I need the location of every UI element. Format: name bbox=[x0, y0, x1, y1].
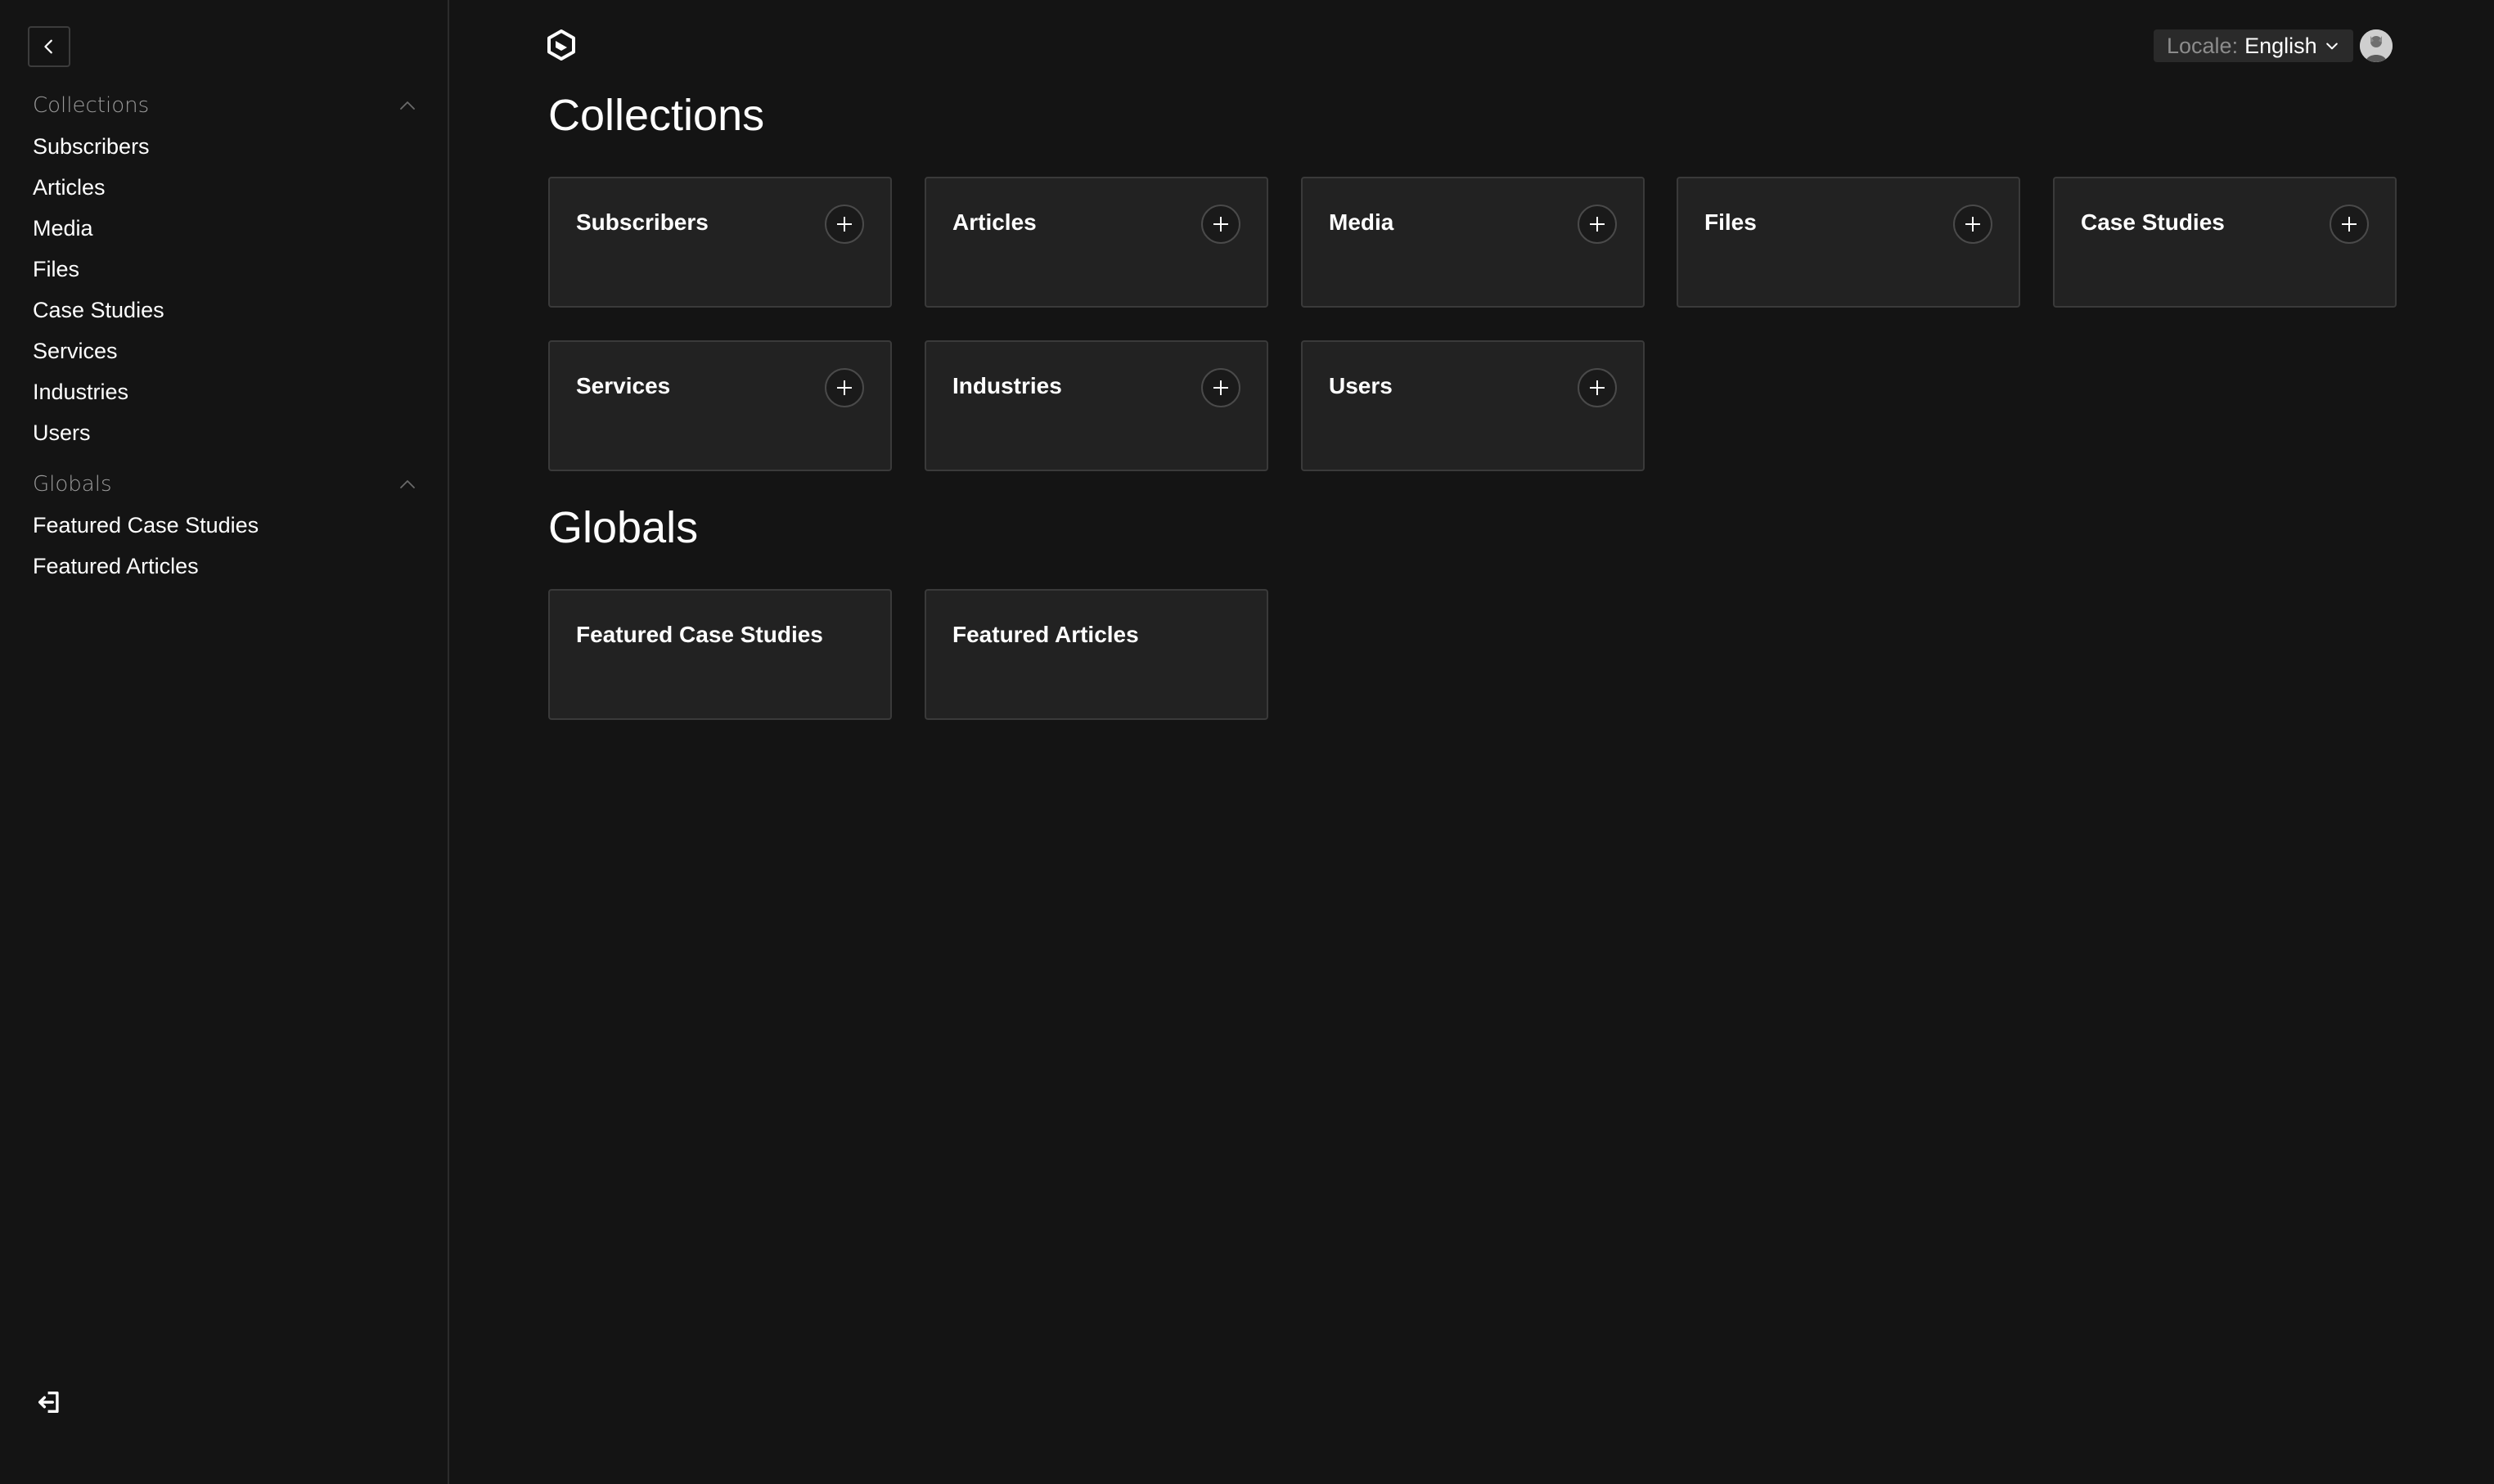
payload-logo-icon[interactable] bbox=[547, 29, 576, 61]
admin-dashboard: Collections Subscribers Articles Media F… bbox=[0, 0, 2494, 1484]
sidebar-item-media[interactable]: Media bbox=[33, 208, 164, 249]
plus-icon bbox=[1965, 217, 1980, 232]
globals-heading: Globals bbox=[548, 503, 699, 552]
collection-card-case-studies[interactable]: Case Studies bbox=[2053, 177, 2397, 308]
card-title: Subscribers bbox=[576, 209, 709, 235]
card-title: Case Studies bbox=[2081, 209, 2225, 235]
collection-card-users[interactable]: Users bbox=[1301, 340, 1645, 471]
global-card-featured-articles[interactable]: Featured Articles bbox=[925, 589, 1268, 720]
nav-group-collections[interactable]: Collections bbox=[33, 89, 417, 122]
locale-label: Locale: bbox=[2167, 33, 2239, 58]
plus-icon bbox=[1590, 217, 1605, 232]
add-media-button[interactable] bbox=[1578, 205, 1617, 244]
collection-card-industries[interactable]: Industries bbox=[925, 340, 1268, 471]
sidebar-item-users[interactable]: Users bbox=[33, 412, 164, 453]
card-title: Files bbox=[1704, 209, 1757, 235]
collection-card-services[interactable]: Services bbox=[548, 340, 892, 471]
add-subscriber-button[interactable] bbox=[825, 205, 864, 244]
nav-group-globals[interactable]: Globals bbox=[33, 468, 417, 501]
sidebar-item-case-studies[interactable]: Case Studies bbox=[33, 290, 164, 331]
global-card-featured-case-studies[interactable]: Featured Case Studies bbox=[548, 589, 892, 720]
sidebar-item-industries[interactable]: Industries bbox=[33, 371, 164, 412]
nav-group-label: Globals bbox=[33, 472, 112, 497]
add-service-button[interactable] bbox=[825, 368, 864, 407]
chevron-left-icon bbox=[44, 39, 52, 54]
add-industry-button[interactable] bbox=[1201, 368, 1240, 407]
sidebar-item-services[interactable]: Services bbox=[33, 331, 164, 371]
locale-value: English bbox=[2244, 33, 2317, 58]
sidebar: Collections Subscribers Articles Media F… bbox=[0, 0, 449, 1484]
collection-card-subscribers[interactable]: Subscribers bbox=[548, 177, 892, 308]
add-user-button[interactable] bbox=[1578, 368, 1617, 407]
add-article-button[interactable] bbox=[1201, 205, 1240, 244]
nav-list-collections: Subscribers Articles Media Files Case St… bbox=[33, 126, 164, 453]
logout-button[interactable] bbox=[33, 1386, 65, 1419]
plus-icon bbox=[837, 217, 852, 232]
logout-icon bbox=[38, 1391, 59, 1414]
add-case-study-button[interactable] bbox=[2330, 205, 2369, 244]
collection-card-media[interactable]: Media bbox=[1301, 177, 1645, 308]
card-title: Industries bbox=[952, 373, 1062, 398]
plus-icon bbox=[1213, 217, 1228, 232]
card-title: Featured Case Studies bbox=[576, 622, 823, 647]
sidebar-item-subscribers[interactable]: Subscribers bbox=[33, 126, 164, 167]
plus-icon bbox=[2342, 217, 2357, 232]
collection-card-files[interactable]: Files bbox=[1677, 177, 2020, 308]
nav-group-label: Collections bbox=[33, 93, 150, 118]
user-avatar-icon[interactable] bbox=[2360, 29, 2393, 62]
add-file-button[interactable] bbox=[1953, 205, 1992, 244]
sidebar-item-files[interactable]: Files bbox=[33, 249, 164, 290]
plus-icon bbox=[837, 380, 852, 395]
card-title: Featured Articles bbox=[952, 622, 1139, 647]
plus-icon bbox=[1213, 380, 1228, 395]
collections-heading: Collections bbox=[548, 91, 765, 140]
plus-icon bbox=[1590, 380, 1605, 395]
chevron-up-icon bbox=[400, 480, 415, 488]
nav-list-globals: Featured Case Studies Featured Articles bbox=[33, 505, 259, 587]
card-title: Users bbox=[1329, 373, 1393, 398]
chevron-up-icon bbox=[400, 101, 415, 110]
locale-selector[interactable]: Locale: English bbox=[2154, 29, 2353, 62]
sidebar-item-featured-case-studies[interactable]: Featured Case Studies bbox=[33, 505, 259, 546]
card-title: Media bbox=[1329, 209, 1394, 235]
collapse-sidebar-button[interactable] bbox=[28, 26, 70, 67]
sidebar-item-articles[interactable]: Articles bbox=[33, 167, 164, 208]
card-title: Articles bbox=[952, 209, 1037, 235]
card-title: Services bbox=[576, 373, 671, 398]
sidebar-item-featured-articles[interactable]: Featured Articles bbox=[33, 546, 259, 587]
chevron-down-icon bbox=[2325, 43, 2338, 50]
collection-card-articles[interactable]: Articles bbox=[925, 177, 1268, 308]
